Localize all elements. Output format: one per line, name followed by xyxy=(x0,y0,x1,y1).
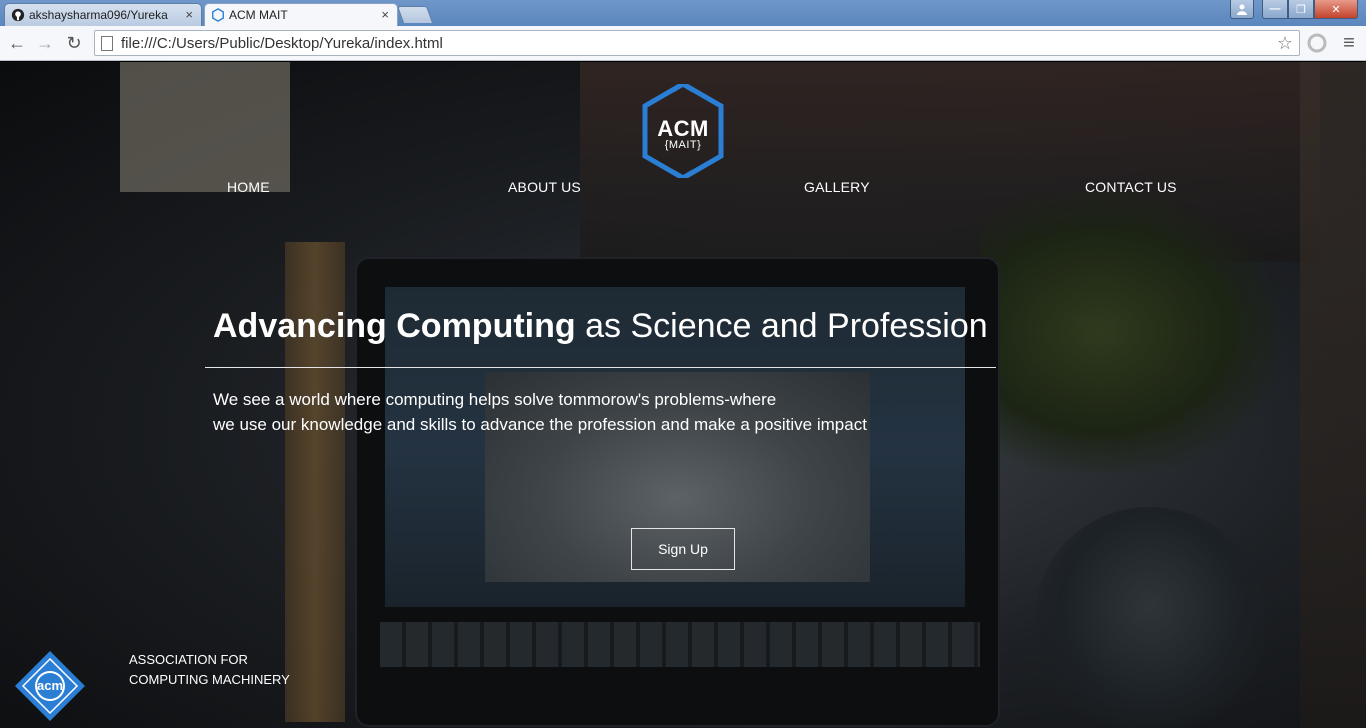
address-bar[interactable]: file:///C:/Users/Public/Desktop/Yureka/i… xyxy=(94,30,1300,56)
minimize-button[interactable]: — xyxy=(1262,0,1288,19)
hero-tagline-line2: we use our knowledge and skills to advan… xyxy=(213,415,867,434)
tab-title: akshaysharma096/Yureka xyxy=(29,8,168,22)
tab-title: ACM MAIT xyxy=(229,8,288,22)
tab-acm-mait[interactable]: ACM MAIT × xyxy=(204,3,398,26)
hero-heading: Advancing Computing as Science and Profe… xyxy=(213,307,988,346)
page-viewport: ACM {MAIT} HOME ABOUT US GALLERY CONTACT… xyxy=(0,62,1366,728)
user-icon[interactable] xyxy=(1230,0,1254,19)
background-photo xyxy=(380,622,980,667)
acm-hexagon-icon xyxy=(212,8,224,22)
maximize-button[interactable]: ❐ xyxy=(1288,0,1314,19)
acm-logo-text: acm xyxy=(36,678,64,693)
background-photo xyxy=(120,62,290,192)
menu-button[interactable]: ≡ xyxy=(1338,32,1360,54)
star-icon[interactable]: ☆ xyxy=(1277,33,1293,54)
new-tab-button[interactable] xyxy=(396,6,434,23)
browser-toolbar: ← → ↻ file:///C:/Users/Public/Desktop/Yu… xyxy=(0,26,1366,61)
divider xyxy=(205,367,996,368)
github-icon xyxy=(11,8,25,22)
reload-button[interactable]: ↻ xyxy=(63,32,85,54)
extension-icon[interactable] xyxy=(1307,33,1327,53)
page-icon xyxy=(101,36,113,51)
tab-strip: akshaysharma096/Yureka × ACM MAIT × — ❐ … xyxy=(0,0,1366,26)
background-photo xyxy=(1300,62,1366,728)
person-icon xyxy=(1237,4,1247,15)
close-window-button[interactable]: ✕ xyxy=(1314,0,1358,19)
nav-home[interactable]: HOME xyxy=(227,179,270,195)
hero-heading-rest: as Science and Profession xyxy=(575,307,988,345)
tab-github[interactable]: akshaysharma096/Yureka × xyxy=(4,3,202,26)
footer-org-line2: COMPUTING MACHINERY xyxy=(129,672,290,687)
close-icon[interactable]: × xyxy=(185,7,193,22)
nav-gallery[interactable]: GALLERY xyxy=(804,179,870,195)
hero-tagline-line1: We see a world where computing helps sol… xyxy=(213,390,777,409)
nav-about-us[interactable]: ABOUT US xyxy=(508,179,581,195)
forward-button[interactable]: → xyxy=(34,32,56,54)
url-text[interactable]: file:///C:/Users/Public/Desktop/Yureka/i… xyxy=(121,35,443,52)
footer-org-line1: ASSOCIATION FOR xyxy=(129,652,248,667)
hero-heading-bold: Advancing Computing xyxy=(213,307,576,345)
close-icon[interactable]: × xyxy=(381,7,389,22)
back-button[interactable]: ← xyxy=(6,32,28,54)
sign-up-button[interactable]: Sign Up xyxy=(631,528,735,570)
logo-subtext: {MAIT} xyxy=(664,139,702,151)
background-photo xyxy=(1035,507,1265,728)
window-controls: — ❐ ✕ xyxy=(1230,0,1358,20)
background-photo xyxy=(980,192,1280,472)
nav-contact-us[interactable]: CONTACT US xyxy=(1085,179,1177,195)
